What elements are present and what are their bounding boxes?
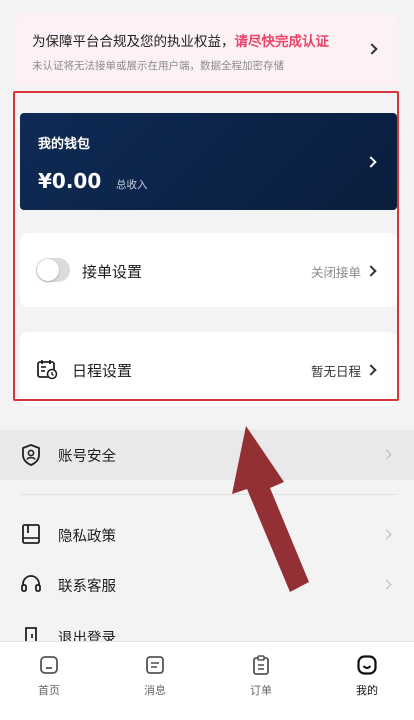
tab-label: 消息 bbox=[144, 684, 166, 697]
tab-label: 我的 bbox=[356, 684, 378, 697]
message-icon bbox=[146, 656, 164, 674]
tab-orders[interactable]: 订单 bbox=[231, 654, 291, 698]
tab-label: 订单 bbox=[250, 684, 272, 697]
clipboard-icon bbox=[253, 655, 269, 675]
annotation-arrow bbox=[232, 426, 309, 592]
smile-icon bbox=[357, 655, 377, 675]
tab-messages[interactable]: 消息 bbox=[125, 654, 185, 698]
tab-label: 首页 bbox=[38, 684, 60, 697]
bottom-tab-bar: 首页 消息 订单 我的 bbox=[0, 641, 414, 720]
tab-mine[interactable]: 我的 bbox=[337, 654, 397, 698]
home-icon bbox=[40, 656, 58, 674]
tab-home[interactable]: 首页 bbox=[19, 654, 79, 698]
